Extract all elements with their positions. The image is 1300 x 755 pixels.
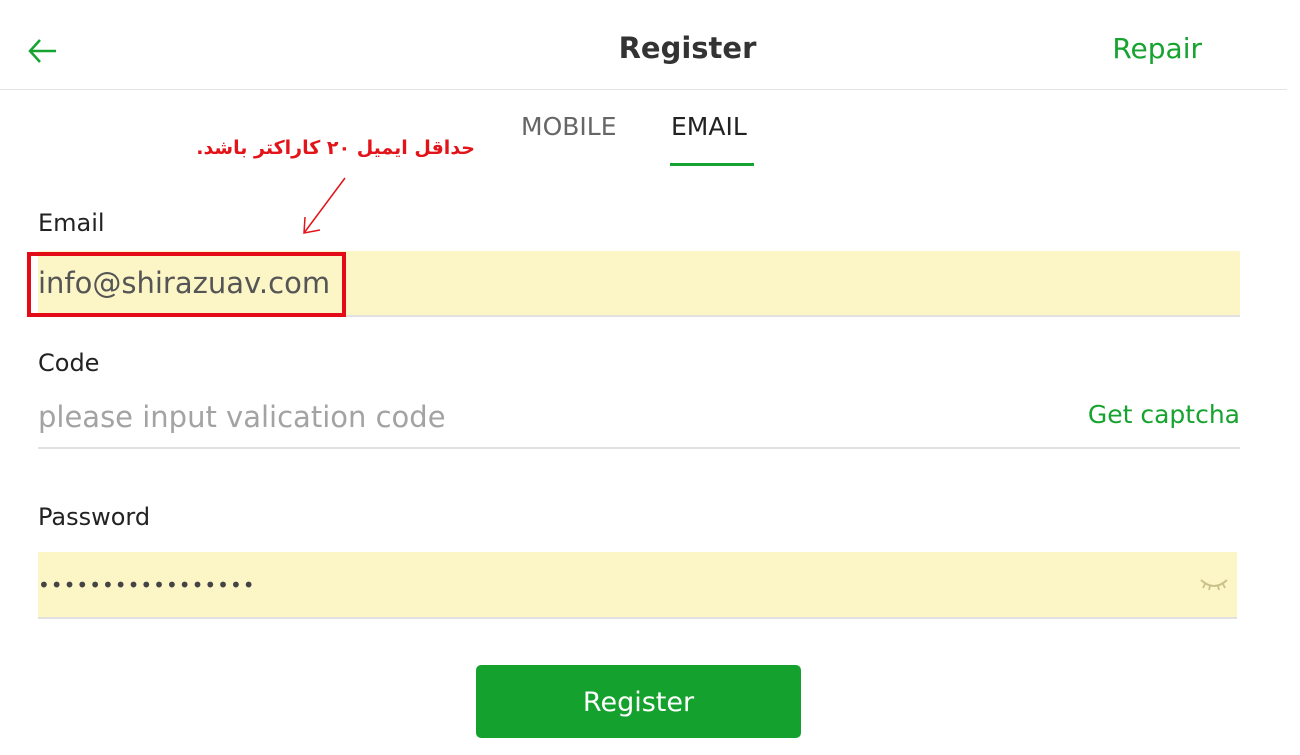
email-value: info@shirazuav.com: [38, 266, 331, 300]
code-label: Code: [38, 349, 100, 377]
get-captcha-button[interactable]: Get captcha: [1088, 400, 1240, 429]
page-title: Register: [618, 31, 757, 65]
password-field[interactable]: •••••••••••••••••: [38, 552, 1237, 619]
password-value: •••••••••••••••••: [38, 572, 256, 597]
email-label: Email: [38, 209, 105, 237]
tab-email[interactable]: EMAIL: [671, 112, 747, 141]
tab-mobile[interactable]: MOBILE: [521, 112, 617, 141]
annotation-note: حداقل ایمیل ۲۰ کاراکتر باشد.: [196, 137, 475, 159]
email-field[interactable]: info@shirazuav.com: [38, 251, 1240, 317]
password-label: Password: [38, 503, 151, 531]
active-tab-indicator: [670, 163, 754, 166]
register-button-label: Register: [582, 687, 695, 718]
eye-closed-icon[interactable]: [1199, 576, 1229, 592]
code-field[interactable]: please input valication code: [38, 386, 1240, 449]
register-button[interactable]: Register: [476, 665, 801, 738]
repair-button[interactable]: Repair: [1112, 32, 1202, 65]
annotation-arrow-icon: [303, 177, 346, 234]
app-header: Register Repair: [0, 0, 1287, 90]
code-placeholder: please input valication code: [38, 399, 446, 434]
